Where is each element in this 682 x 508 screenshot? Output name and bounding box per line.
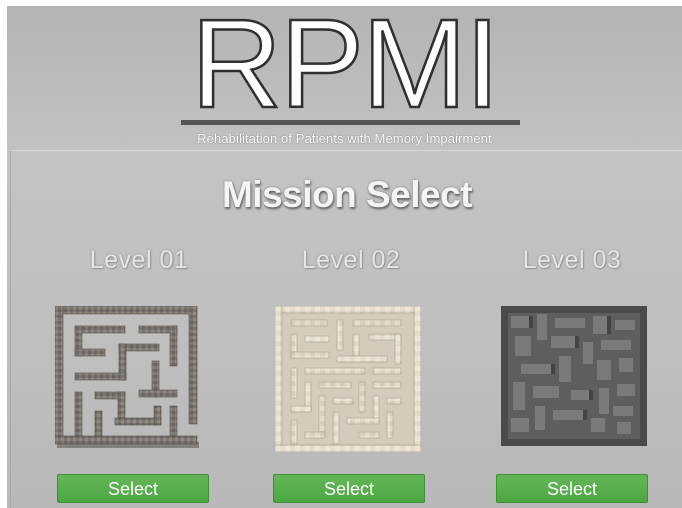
level-02-heading: Level 02 <box>251 246 451 275</box>
level-02-label: Level 02 <box>301 246 401 274</box>
mission-select-panel: Mission Select Level 01 Select Level 02 … <box>10 150 682 508</box>
logo-text: RPMI <box>190 6 502 134</box>
logo-underline <box>181 120 520 125</box>
panel-title: Mission Select <box>221 174 473 215</box>
level-03-heading: Level 03 <box>472 246 672 275</box>
level-01-maze-thumbnail <box>55 306 199 448</box>
level-01-heading: Level 01 <box>39 246 239 275</box>
level-02-select-button[interactable]: Select <box>273 474 425 503</box>
level-03-select-button[interactable]: Select <box>496 474 648 503</box>
level-03-maze-thumbnail <box>501 306 647 446</box>
level-01-label: Level 01 <box>89 246 189 274</box>
rpmi-logo: RPMI <box>7 6 682 130</box>
level-02-maze-thumbnail <box>275 306 421 452</box>
app-subtitle: Rehabilitation of Patients with Memory I… <box>197 131 492 146</box>
level-03-label: Level 03 <box>522 246 622 274</box>
game-screen: RPMI Rehabilitation of Patients with Mem… <box>7 6 682 508</box>
level-01-select-button[interactable]: Select <box>57 474 209 503</box>
